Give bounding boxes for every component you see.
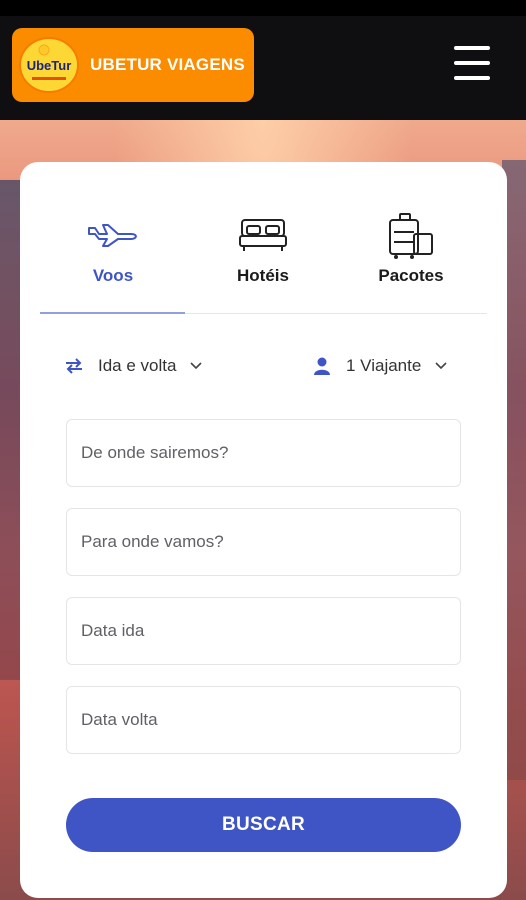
chevron-down-icon — [190, 362, 203, 370]
luggage-icon — [389, 213, 433, 259]
origin-input[interactable] — [67, 420, 460, 486]
chevron-down-icon — [435, 362, 447, 370]
travelers-value: 1 Viajante — [346, 356, 422, 375]
trip-options: Ida e volta 1 Viajante — [20, 352, 507, 380]
tab-label: Hotéis — [237, 266, 289, 285]
destination-field[interactable] — [66, 508, 461, 576]
return-date-input[interactable] — [67, 687, 460, 753]
app-header: UbeTur UBETUR VIAGENS — [0, 16, 526, 120]
bed-icon — [239, 219, 287, 251]
airplane-icon — [88, 224, 137, 247]
tab-pacotes[interactable]: Pacotes — [338, 210, 484, 314]
menu-bar — [454, 61, 490, 65]
tab-label: Pacotes — [378, 266, 444, 285]
tab-label: Voos — [92, 266, 134, 285]
user-icon — [314, 357, 330, 375]
travelers-select[interactable]: 1 Viajante — [314, 352, 447, 380]
search-tabs: Voos Hotéis Pacotes — [40, 210, 487, 314]
status-bar — [0, 0, 526, 16]
return-date-field[interactable] — [66, 686, 461, 754]
hamburger-menu-icon[interactable] — [454, 46, 490, 80]
brand-block[interactable]: UbeTur UBETUR VIAGENS — [12, 28, 254, 102]
ubetur-logo: UbeTur — [19, 37, 79, 93]
brand-title: UBETUR VIAGENS — [90, 55, 245, 74]
swap-arrows-icon — [66, 358, 82, 374]
search-button[interactable]: BUSCAR — [66, 798, 461, 852]
svg-text:UbeTur: UbeTur — [27, 58, 72, 73]
destination-input[interactable] — [67, 509, 460, 575]
tab-voos[interactable]: Voos — [40, 210, 186, 314]
trip-type-value: Ida e volta — [98, 356, 177, 375]
origin-field[interactable] — [66, 419, 461, 487]
menu-bar — [454, 76, 490, 80]
active-tab-indicator — [40, 312, 185, 314]
menu-bar — [454, 46, 490, 50]
tab-hoteis[interactable]: Hotéis — [190, 210, 336, 314]
trip-type-select[interactable]: Ida e volta — [64, 352, 203, 380]
depart-date-input[interactable] — [67, 598, 460, 664]
depart-date-field[interactable] — [66, 597, 461, 665]
search-card: Voos Hotéis Pacotes Ida e volta 1 Viajan… — [20, 162, 507, 898]
